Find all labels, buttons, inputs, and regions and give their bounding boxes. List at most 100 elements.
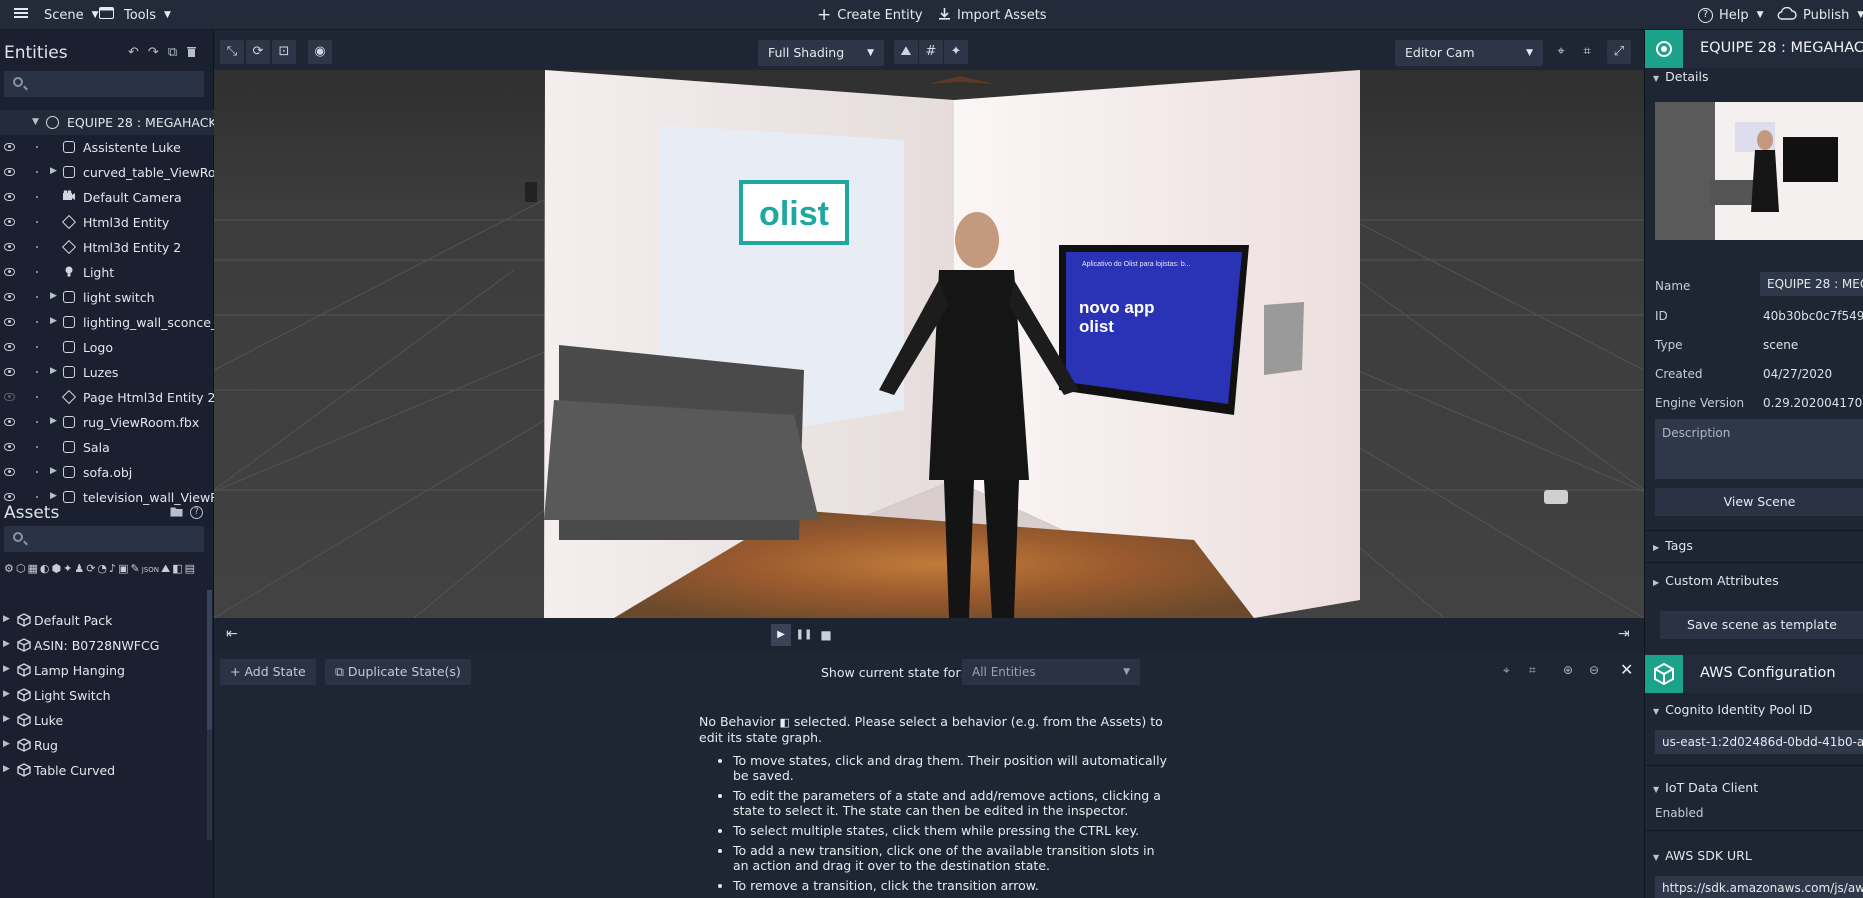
view-scene-button[interactable]: View Scene (1655, 488, 1863, 516)
entities-filter-select[interactable]: All Entities ▼ (962, 659, 1140, 685)
help-icon[interactable]: ? (190, 506, 203, 519)
asset-row[interactable]: ▶ Rug (0, 733, 210, 758)
entity-row[interactable]: ▶ light switch (0, 285, 214, 310)
name-input[interactable]: EQUIPE 28 : MEGA (1760, 272, 1863, 296)
visibility-eye-icon[interactable] (4, 143, 15, 151)
filter-json-icon[interactable]: JSON (142, 562, 159, 580)
3d-viewport[interactable]: olist novo app olist Aplicativo do Olist… (214, 70, 1644, 618)
visibility-eye-icon[interactable] (4, 368, 15, 376)
chevron-right-icon[interactable]: ▶ (50, 291, 57, 301)
chevron-right-icon[interactable]: ▶ (50, 416, 57, 426)
close-icon[interactable]: ✕ (1620, 660, 1633, 679)
scale-tool-icon[interactable]: ⊡ (272, 40, 296, 64)
help-menu[interactable]: ? Help ▼ (1698, 0, 1764, 30)
redo-icon[interactable]: ↷ (148, 45, 159, 61)
focus-state-icon[interactable]: ⌖ (1503, 663, 1510, 678)
frame-all-icon[interactable]: ⌗ (1575, 40, 1599, 64)
filter-animation-icon[interactable]: ⟳ (86, 562, 95, 580)
visibility-eye-icon[interactable] (4, 268, 15, 276)
tree-root-scene[interactable]: ▼ EQUIPE 28 : MEGAHACK 0 (0, 110, 214, 135)
cognito-input[interactable]: us-east-1:2d02486d-0bdd-41b0-a43 (1655, 730, 1863, 754)
entity-row[interactable]: Html3d Entity 2 (0, 235, 214, 260)
scene-menu[interactable]: Scene ▼ (14, 0, 99, 30)
publish-menu[interactable]: Publish ▼ (1777, 0, 1863, 30)
assets-search-input[interactable] (30, 526, 200, 552)
asset-row[interactable]: ▶ Table Curved (0, 758, 210, 783)
filter-image-icon[interactable]: ⛰ (161, 562, 170, 580)
sdk-section-toggle[interactable]: ▼ AWS SDK URL (1653, 848, 1752, 863)
visibility-eye-icon[interactable] (4, 218, 15, 226)
filter-script-icon[interactable]: ✎ (130, 562, 139, 580)
visibility-eye-icon[interactable] (4, 193, 15, 201)
fullscreen-icon[interactable]: ⤢ (1607, 40, 1631, 64)
visibility-eye-icon[interactable] (4, 393, 15, 401)
undo-icon[interactable]: ↶ (128, 45, 139, 61)
rotate-tool-icon[interactable]: ⟳ (246, 40, 270, 64)
trash-icon[interactable] (186, 45, 197, 61)
add-state-button[interactable]: + Add State (220, 659, 316, 685)
entity-row[interactable]: ▶ curved_table_ViewRoom (0, 160, 214, 185)
visibility-eye-icon[interactable] (4, 293, 15, 301)
save-template-button[interactable]: Save scene as template (1660, 611, 1863, 639)
chevron-right-icon[interactable]: ▶ (3, 664, 10, 674)
entity-row[interactable]: ▶ sofa.obj (0, 460, 214, 485)
duplicate-state-button[interactable]: ⧉ Duplicate State(s) (325, 659, 471, 685)
chevron-right-icon[interactable]: ▶ (3, 739, 10, 749)
stop-icon[interactable]: ■ (816, 624, 836, 646)
filter-sky-icon[interactable]: ◔ (97, 562, 107, 580)
sdk-url-input[interactable]: https://sdk.amazonaws.com/js/aws-s (1655, 876, 1863, 898)
filter-texture-icon[interactable]: ▦ (27, 562, 37, 580)
filter-layout-icon[interactable]: ▤ (185, 562, 195, 580)
iot-section-toggle[interactable]: ▼ IoT Data Client (1653, 780, 1758, 795)
hamburger-icon[interactable] (14, 7, 28, 23)
create-entity-button[interactable]: + Create Entity (817, 0, 923, 30)
entity-row[interactable]: Assistente Luke (0, 135, 214, 160)
focus-selection-icon[interactable]: ⌖ (1549, 40, 1573, 64)
tools-menu[interactable]: Tools ▼ (99, 0, 171, 30)
chevron-right-icon[interactable]: ▶ (3, 614, 10, 624)
filter-all-icon[interactable]: ⚙ (4, 562, 14, 580)
chevron-right-icon[interactable]: ▶ (50, 466, 57, 476)
filter-camera-icon[interactable]: ▣ (118, 562, 128, 580)
entity-row[interactable]: Page Html3d Entity 2 (0, 385, 214, 410)
zoom-out-icon[interactable]: ⊖ (1589, 663, 1599, 677)
filter-entity-icon[interactable]: ⬡ (16, 562, 26, 580)
filter-audio-icon[interactable]: ♪ (109, 562, 116, 580)
filter-model-icon[interactable]: ⬢ (52, 562, 62, 580)
custom-attributes-toggle[interactable]: ▶ Custom Attributes (1653, 573, 1779, 588)
lighting-toggle-icon[interactable]: ⛰ (894, 40, 918, 64)
filter-skeleton-icon[interactable]: ♟ (74, 562, 84, 580)
asset-row[interactable]: ▶ Lamp Hanging (0, 658, 210, 683)
chevron-right-icon[interactable]: ▶ (3, 639, 10, 649)
visibility-eye-icon[interactable] (4, 493, 15, 501)
translate-tool-icon[interactable]: ⤡ (220, 40, 244, 64)
entity-row[interactable]: ▶ rug_ViewRoom.fbx (0, 410, 214, 435)
globe-icon[interactable]: ◉ (308, 40, 332, 64)
chevron-right-icon[interactable]: ▶ (50, 366, 57, 376)
filter-material-icon[interactable]: ◐ (40, 562, 50, 580)
entity-row[interactable]: ▶ Luzes (0, 360, 214, 385)
chevron-right-icon[interactable]: ▶ (3, 714, 10, 724)
entity-row[interactable]: Html3d Entity (0, 210, 214, 235)
shading-select[interactable]: Full Shading ▼ (758, 40, 884, 66)
asset-row[interactable]: ▶ Light Switch (0, 683, 210, 708)
folder-icon[interactable] (170, 506, 183, 520)
collapse-right-icon[interactable]: ⇥ (1618, 626, 1630, 642)
play-icon[interactable]: ▶ (771, 624, 791, 646)
entity-row[interactable]: Logo (0, 335, 214, 360)
visibility-eye-icon[interactable] (4, 318, 15, 326)
entity-row[interactable]: Light (0, 260, 214, 285)
tags-section-toggle[interactable]: ▶ Tags (1653, 538, 1693, 553)
description-textarea[interactable]: Description (1655, 419, 1863, 479)
entity-row[interactable]: Default Camera (0, 185, 214, 210)
frame-states-icon[interactable]: ⌗ (1529, 663, 1536, 678)
filter-light-icon[interactable]: ✦ (63, 562, 72, 580)
assets-search[interactable] (4, 526, 204, 552)
asset-row[interactable]: ▶ Default Pack (0, 608, 210, 633)
visibility-eye-icon[interactable] (4, 168, 15, 176)
camera-select[interactable]: Editor Cam ▼ (1395, 40, 1543, 66)
details-section-toggle[interactable]: ▼ Details (1653, 69, 1709, 84)
effects-wand-icon[interactable]: ✦ (944, 40, 968, 64)
chevron-right-icon[interactable]: ▶ (3, 689, 10, 699)
grid-toggle-icon[interactable]: # (919, 40, 943, 64)
